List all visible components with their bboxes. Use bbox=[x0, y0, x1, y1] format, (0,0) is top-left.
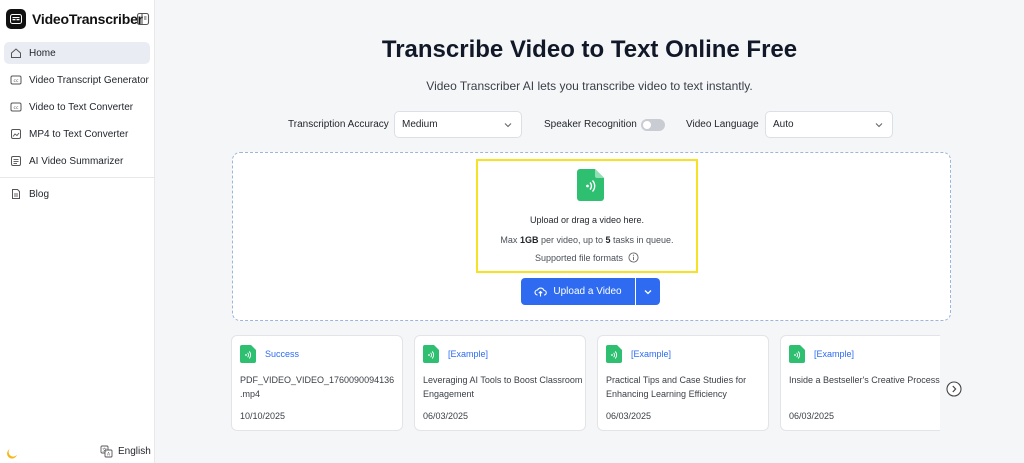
language-label-option: Video Language bbox=[686, 119, 759, 130]
moon-icon[interactable] bbox=[6, 446, 20, 460]
audio-file-icon bbox=[606, 345, 622, 363]
sidebar-item-mp4-to-text[interactable]: MP4 to Text Converter bbox=[4, 123, 150, 145]
svg-text:cc: cc bbox=[14, 106, 19, 111]
chevron-down-icon bbox=[644, 289, 652, 294]
brand-logo-icon bbox=[6, 9, 26, 29]
upload-video-button[interactable]: Upload a Video bbox=[521, 278, 635, 305]
accuracy-select[interactable]: Medium bbox=[394, 111, 522, 138]
speaker-label: Speaker Recognition bbox=[544, 119, 637, 130]
sidebar-nav: Home cc Video Transcript Generator cc Vi… bbox=[4, 42, 150, 177]
chevron-right-icon bbox=[946, 381, 962, 397]
task-title: Leveraging AI Tools to Boost Classroom E… bbox=[423, 375, 583, 399]
page-title: Transcribe Video to Text Online Free bbox=[381, 36, 798, 63]
task-card[interactable]: [Example] Practical Tips and Case Studie… bbox=[597, 335, 769, 431]
carousel-next-button[interactable] bbox=[946, 381, 962, 397]
caption-icon: cc bbox=[10, 75, 22, 85]
cloud-upload-icon bbox=[534, 287, 548, 297]
task-title: PDF_VIDEO_VIDEO_1760090094136 .mp4 bbox=[240, 375, 395, 399]
sidebar-item-label: AI Video Summarizer bbox=[29, 155, 124, 167]
sidebar-item-label: Video to Text Converter bbox=[29, 101, 134, 113]
task-status: [Example] bbox=[448, 349, 489, 359]
caption-icon: cc bbox=[10, 102, 22, 112]
dropzone-instruction: Upload or drag a video here. bbox=[529, 215, 645, 225]
document-icon bbox=[12, 189, 20, 199]
language-label: English bbox=[118, 446, 151, 457]
brand[interactable]: VideoTranscriber bbox=[6, 7, 154, 31]
audio-file-icon bbox=[240, 345, 256, 363]
task-card[interactable]: [Example] Leveraging AI Tools to Boost C… bbox=[414, 335, 586, 431]
accuracy-label: Transcription Accuracy bbox=[288, 119, 389, 130]
audio-file-icon bbox=[789, 345, 805, 363]
svg-text:cc: cc bbox=[14, 79, 19, 84]
upload-button-label: Upload a Video bbox=[553, 286, 622, 297]
brand-name: VideoTranscriber bbox=[32, 11, 143, 27]
sidebar-item-video-transcript-generator[interactable]: cc Video Transcript Generator bbox=[4, 69, 150, 91]
task-title: Inside a Bestseller's Creative Process bbox=[789, 375, 940, 385]
list-icon bbox=[11, 156, 21, 166]
home-icon bbox=[11, 48, 21, 58]
sidebar-item-label: MP4 to Text Converter bbox=[29, 128, 129, 140]
task-card[interactable]: [Example] Inside a Bestseller's Creative… bbox=[780, 335, 940, 431]
info-icon[interactable] bbox=[628, 252, 639, 263]
sidebar-item-video-to-text[interactable]: cc Video to Text Converter bbox=[4, 96, 150, 118]
recent-tasks-carousel: Success PDF_VIDEO_VIDEO_1760090094136 .m… bbox=[231, 335, 940, 431]
sidebar-collapse-icon[interactable] bbox=[136, 12, 150, 26]
chevron-down-icon bbox=[504, 123, 512, 128]
sidebar-item-label: Blog bbox=[29, 188, 50, 200]
sidebar-blog-section: Blog bbox=[4, 183, 150, 210]
audio-file-icon bbox=[577, 169, 604, 201]
sidebar-item-label: Video Transcript Generator bbox=[29, 74, 149, 86]
task-date: 10/10/2025 bbox=[240, 411, 286, 421]
sidebar: VideoTranscriber Home cc Video Transcrip… bbox=[0, 0, 155, 463]
sidebar-item-label: Home bbox=[29, 47, 56, 59]
task-status: Success bbox=[265, 349, 300, 359]
speaker-recognition-toggle[interactable] bbox=[641, 119, 665, 131]
task-date: 06/03/2025 bbox=[606, 411, 652, 421]
supported-formats-label: Supported file formats bbox=[534, 252, 624, 263]
sidebar-item-ai-video-summarizer[interactable]: AI Video Summarizer bbox=[4, 150, 150, 172]
task-card[interactable]: Success PDF_VIDEO_VIDEO_1760090094136 .m… bbox=[231, 335, 403, 431]
task-title: Practical Tips and Case Studies for Enha… bbox=[606, 375, 747, 399]
dropzone-limits: Max 1GB per video, up to 5 tasks in queu… bbox=[500, 235, 674, 245]
translate-icon: 文A bbox=[100, 445, 113, 458]
language-switcher[interactable]: 文A English bbox=[100, 445, 151, 458]
video-file-icon bbox=[11, 129, 21, 139]
task-status: [Example] bbox=[814, 349, 855, 359]
toggle-knob bbox=[643, 121, 651, 129]
supported-formats-link[interactable]: Supported file formats bbox=[476, 252, 698, 263]
language-value: Auto bbox=[773, 119, 794, 130]
video-language-select[interactable]: Auto bbox=[765, 111, 893, 138]
chevron-down-icon bbox=[875, 123, 883, 128]
audio-file-icon bbox=[423, 345, 439, 363]
sidebar-item-blog[interactable]: Blog bbox=[4, 183, 150, 205]
upload-options-button[interactable] bbox=[636, 278, 660, 305]
task-date: 06/03/2025 bbox=[423, 411, 469, 421]
page-subtitle: Video Transcriber AI lets you transcribe… bbox=[426, 79, 753, 93]
sidebar-divider bbox=[0, 177, 155, 178]
task-status: [Example] bbox=[631, 349, 672, 359]
task-date: 06/03/2025 bbox=[789, 411, 835, 421]
accuracy-value: Medium bbox=[402, 119, 438, 130]
sidebar-item-home[interactable]: Home bbox=[4, 42, 150, 64]
